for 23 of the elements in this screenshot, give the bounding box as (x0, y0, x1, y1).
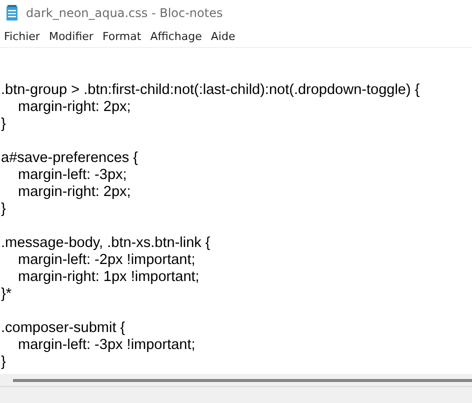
code-line: } (1, 354, 6, 370)
menu-item[interactable]: Format (98, 30, 146, 42)
code-line: a#save-preferences { (1, 150, 138, 166)
code-line: margin-right: 1px !important; (18, 269, 200, 285)
code-line: } (1, 116, 6, 132)
code-line: .btn-group > .btn:first-child:not(:last-child):not(.dropdown-toggle) { (1, 82, 420, 98)
menu-item[interactable]: Affichage (146, 30, 207, 42)
code-line: margin-right: 2px; (18, 184, 131, 200)
code-line: margin-left: -3px; (18, 167, 127, 183)
window-title: dark_neon_aqua.css - Bloc-notes (26, 6, 223, 20)
horizontal-scrollbar[interactable] (0, 374, 472, 387)
notepad-icon (6, 4, 18, 20)
code-line: margin-left: -3px !important; (18, 337, 196, 353)
code-line: } (1, 201, 6, 217)
scrollbar-thumb[interactable] (13, 379, 472, 382)
menu-item[interactable]: Aide (206, 30, 240, 42)
code-line: }* (1, 286, 12, 302)
code-line: margin-right: 2px; (18, 99, 131, 115)
code-line: margin-left: -2px !important; (18, 252, 196, 268)
menu-item[interactable]: Modifier (44, 30, 98, 42)
code-line: .message-body, .btn-xs.btn-link { (1, 235, 210, 251)
code-line: .composer-submit { (1, 320, 126, 336)
menu-item[interactable]: Fichier (0, 30, 45, 42)
